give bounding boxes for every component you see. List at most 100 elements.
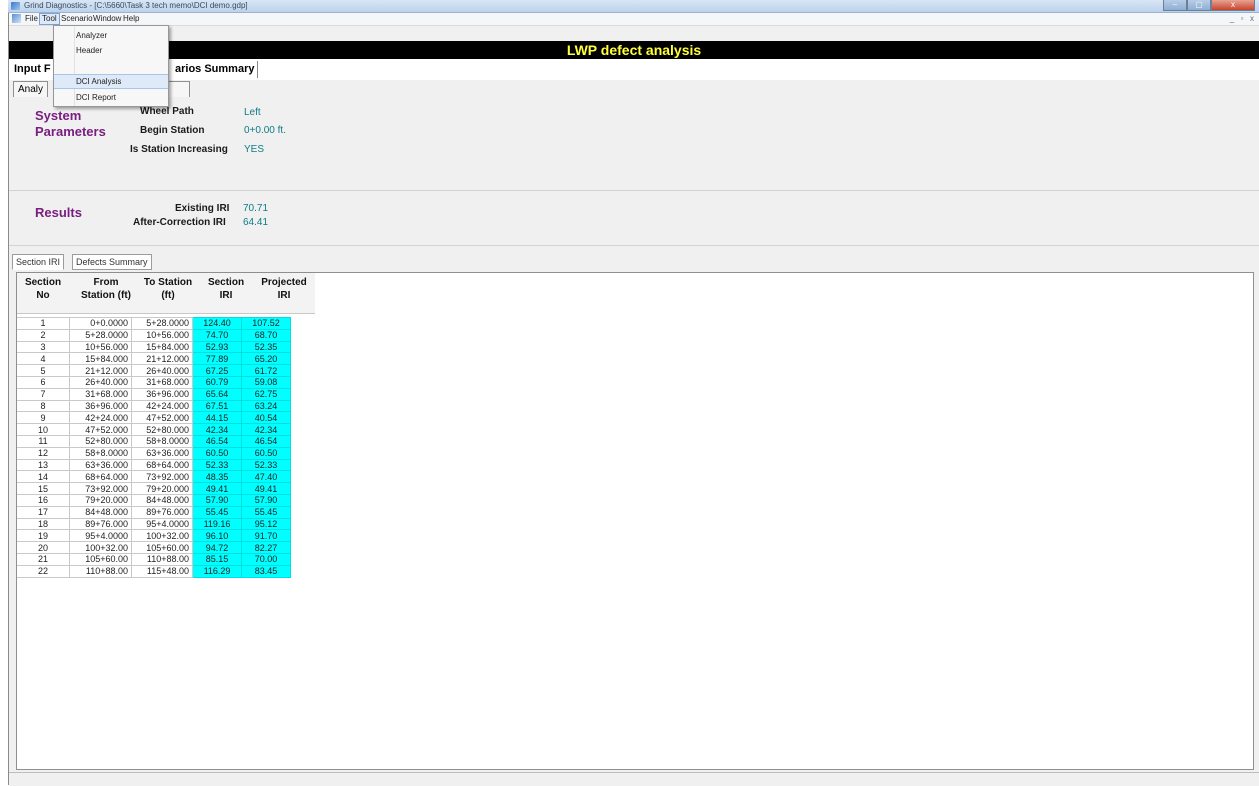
cell-projected-iri[interactable]: 52.35 (241, 340, 291, 354)
cell-section-no[interactable]: 6 (17, 375, 70, 389)
table-row[interactable]: 14 68+64.000 73+92.000 48.35 47.40 (17, 470, 291, 484)
cell-section-iri[interactable]: 52.33 (192, 458, 242, 472)
cell-projected-iri[interactable]: 57.90 (241, 493, 291, 507)
mdi-minimize-button[interactable]: _ (1228, 14, 1236, 23)
cell-to-station[interactable]: 26+40.000 (131, 364, 193, 377)
table-row[interactable]: 12 58+8.0000 63+36.000 60.50 60.50 (17, 446, 291, 460)
document-icon[interactable] (12, 14, 21, 23)
table-row[interactable]: 7 31+68.000 36+96.000 65.64 62.75 (17, 387, 291, 401)
cell-section-iri[interactable]: 65.64 (192, 387, 242, 401)
cell-section-no[interactable]: 18 (17, 517, 70, 531)
cell-projected-iri[interactable]: 49.41 (241, 482, 291, 495)
cell-section-no[interactable]: 19 (17, 529, 70, 543)
col-section-iri[interactable]: Section IRI (203, 276, 249, 302)
cell-section-iri[interactable]: 57.90 (192, 493, 242, 507)
table-row[interactable]: 21 105+60.00 110+88.00 85.15 70.00 (17, 552, 291, 566)
restore-button[interactable]: ▢ (1187, 0, 1211, 11)
table-row[interactable]: 18 89+76.000 95+4.0000 119.16 95.12 (17, 517, 291, 531)
cell-projected-iri[interactable]: 60.50 (241, 446, 291, 460)
cell-projected-iri[interactable]: 83.45 (241, 564, 291, 578)
cell-section-no[interactable]: 2 (17, 328, 70, 342)
mdi-restore-button[interactable]: ▫ (1238, 14, 1246, 23)
cell-section-iri[interactable]: 116.29 (192, 564, 242, 578)
cell-projected-iri[interactable]: 59.08 (241, 375, 291, 389)
cell-projected-iri[interactable]: 63.24 (241, 399, 291, 413)
table-row[interactable]: 2 5+28.0000 10+56.000 74.70 68.70 (17, 328, 291, 342)
table-row[interactable]: 4 15+84.000 21+12.000 77.89 65.20 (17, 352, 291, 366)
tab-section-iri[interactable]: Section IRI (12, 254, 65, 270)
cell-from-station[interactable]: 58+8.0000 (69, 446, 132, 460)
cell-projected-iri[interactable]: 42.34 (241, 423, 291, 436)
cell-to-station[interactable]: 89+76.000 (131, 505, 193, 519)
cell-from-station[interactable]: 10+56.000 (69, 340, 132, 354)
col-section-no[interactable]: Section No (17, 276, 69, 302)
cell-section-no[interactable]: 11 (17, 434, 70, 448)
cell-projected-iri[interactable]: 52.33 (241, 458, 291, 472)
menu-item-header[interactable]: Header (54, 43, 168, 58)
cell-to-station[interactable]: 100+32.00 (131, 529, 193, 543)
cell-from-station[interactable]: 5+28.0000 (69, 328, 132, 342)
table-row[interactable]: 5 21+12.000 26+40.000 67.25 61.72 (17, 364, 291, 377)
cell-section-no[interactable]: 4 (17, 352, 70, 366)
cell-section-no[interactable]: 10 (17, 423, 70, 436)
cell-projected-iri[interactable]: 40.54 (241, 411, 291, 425)
cell-section-no[interactable]: 3 (17, 340, 70, 354)
menu-window[interactable]: Window (91, 13, 123, 25)
cell-section-iri[interactable]: 55.45 (192, 505, 242, 519)
tab-blank[interactable] (169, 81, 190, 97)
cell-projected-iri[interactable]: 46.54 (241, 434, 291, 448)
cell-section-iri[interactable]: 124.40 (192, 317, 242, 330)
cell-section-no[interactable]: 21 (17, 552, 70, 566)
cell-to-station[interactable]: 95+4.0000 (131, 517, 193, 531)
col-projected-iri[interactable]: Projected IRI (255, 276, 313, 302)
cell-from-station[interactable]: 84+48.000 (69, 505, 132, 519)
cell-from-station[interactable]: 105+60.00 (69, 552, 132, 566)
cell-from-station[interactable]: 79+20.000 (69, 493, 132, 507)
cell-to-station[interactable]: 79+20.000 (131, 482, 193, 495)
title-bar[interactable]: Grind Diagnostics - [C:\5660\Task 3 tech… (8, 0, 1259, 13)
cell-section-iri[interactable]: 49.41 (192, 482, 242, 495)
cell-section-no[interactable]: 20 (17, 541, 70, 554)
table-row[interactable]: 10 47+52.000 52+80.000 42.34 42.34 (17, 423, 291, 436)
table-row[interactable]: 1 0+0.0000 5+28.0000 124.40 107.52 (17, 317, 291, 330)
cell-projected-iri[interactable]: 47.40 (241, 470, 291, 484)
table-row[interactable]: 15 73+92.000 79+20.000 49.41 49.41 (17, 482, 291, 495)
cell-section-no[interactable]: 22 (17, 564, 70, 578)
cell-to-station[interactable]: 42+24.000 (131, 399, 193, 413)
cell-to-station[interactable]: 5+28.0000 (131, 317, 193, 330)
cell-from-station[interactable]: 73+92.000 (69, 482, 132, 495)
cell-section-iri[interactable]: 46.54 (192, 434, 242, 448)
minimize-button[interactable]: – (1163, 0, 1187, 11)
cell-from-station[interactable]: 63+36.000 (69, 458, 132, 472)
menu-help[interactable]: Help (121, 13, 141, 25)
cell-section-no[interactable]: 13 (17, 458, 70, 472)
cell-projected-iri[interactable]: 68.70 (241, 328, 291, 342)
cell-projected-iri[interactable]: 107.52 (241, 317, 291, 330)
cell-section-iri[interactable]: 48.35 (192, 470, 242, 484)
cell-section-iri[interactable]: 60.79 (192, 375, 242, 389)
close-button[interactable]: x (1211, 0, 1255, 11)
cell-to-station[interactable]: 52+80.000 (131, 423, 193, 436)
cell-from-station[interactable]: 21+12.000 (69, 364, 132, 377)
cell-section-iri[interactable]: 96.10 (192, 529, 242, 543)
cell-section-no[interactable]: 12 (17, 446, 70, 460)
cell-section-no[interactable]: 5 (17, 364, 70, 377)
cell-from-station[interactable]: 68+64.000 (69, 470, 132, 484)
cell-to-station[interactable]: 47+52.000 (131, 411, 193, 425)
cell-section-no[interactable]: 17 (17, 505, 70, 519)
cell-from-station[interactable]: 26+40.000 (69, 375, 132, 389)
table-row[interactable]: 11 52+80.000 58+8.0000 46.54 46.54 (17, 434, 291, 448)
cell-section-iri[interactable]: 52.93 (192, 340, 242, 354)
cell-from-station[interactable]: 89+76.000 (69, 517, 132, 531)
cell-to-station[interactable]: 84+48.000 (131, 493, 193, 507)
cell-projected-iri[interactable]: 95.12 (241, 517, 291, 531)
table-row[interactable]: 13 63+36.000 68+64.000 52.33 52.33 (17, 458, 291, 472)
tab-analysis[interactable]: Analy (13, 81, 49, 97)
cell-to-station[interactable]: 10+56.000 (131, 328, 193, 342)
cell-section-no[interactable]: 8 (17, 399, 70, 413)
cell-section-iri[interactable]: 119.16 (192, 517, 242, 531)
table-row[interactable]: 17 84+48.000 89+76.000 55.45 55.45 (17, 505, 291, 519)
col-from-station[interactable]: From Station (ft) (75, 276, 137, 302)
cell-from-station[interactable]: 52+80.000 (69, 434, 132, 448)
section-iri-grid[interactable]: Section No From Station (ft) To Station … (16, 272, 1254, 770)
